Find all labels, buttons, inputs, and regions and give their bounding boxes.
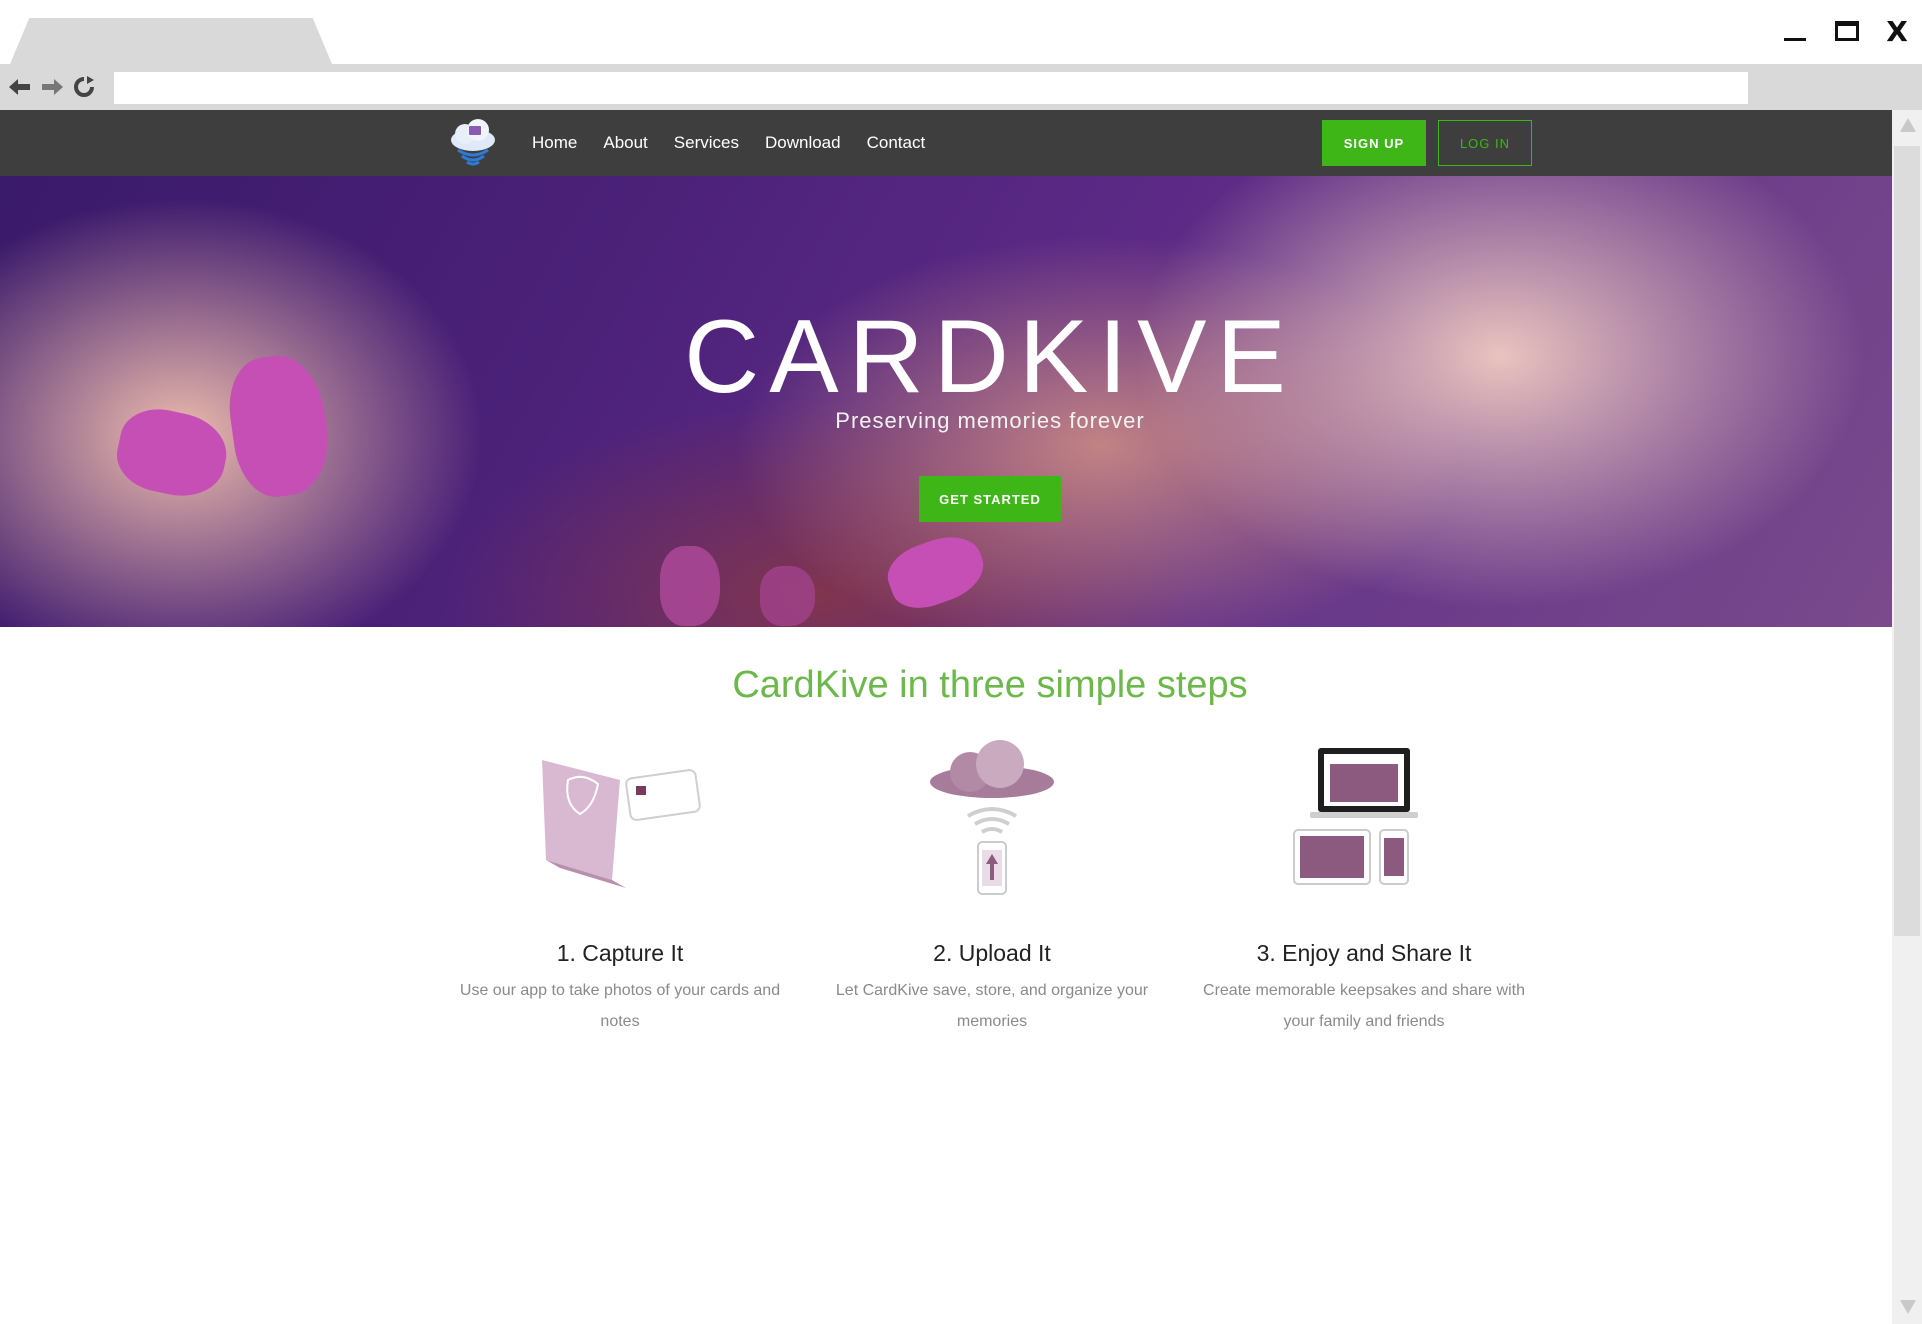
devices-illustration <box>1194 740 1534 910</box>
hero-subtitle: Preserving memories forever <box>835 408 1145 433</box>
nav-link-download[interactable]: Download <box>765 133 841 153</box>
nav-link-contact[interactable]: Contact <box>867 133 926 153</box>
step-description: Create memorable keepsakes and share wit… <box>1203 982 1525 1030</box>
step-title: 3. Enjoy and Share It <box>1256 940 1472 966</box>
back-arrow-icon[interactable] <box>8 76 32 98</box>
step-share: 3. Enjoy and Share It Create memorable k… <box>1194 740 1534 1037</box>
site-navbar: Home About Services Download Contact SIG… <box>0 110 1892 176</box>
browser-titlebar: X <box>0 0 1922 64</box>
minimize-icon[interactable] <box>1778 14 1812 48</box>
step-upload: 2. Upload It Let CardKive save, store, a… <box>822 740 1162 1037</box>
nav-link-about[interactable]: About <box>603 133 647 153</box>
step-capture: 1. Capture It Use our app to take photos… <box>450 740 790 1037</box>
step-title: 2. Upload It <box>933 940 1051 966</box>
log-in-button[interactable]: LOG IN <box>1438 120 1532 166</box>
maximize-icon[interactable] <box>1830 14 1864 48</box>
capture-card-illustration <box>450 740 790 910</box>
hero-title: CARDKIVE <box>684 299 1296 415</box>
cardkive-logo-icon[interactable] <box>446 118 500 170</box>
close-icon[interactable]: X <box>1880 14 1914 48</box>
site-nav-links: Home About Services Download Contact <box>532 110 951 176</box>
page-scrollbar[interactable] <box>1892 110 1922 1324</box>
address-bar[interactable] <box>114 72 1748 104</box>
forward-arrow-icon[interactable] <box>40 76 64 98</box>
scroll-down-arrow-icon[interactable] <box>1900 1300 1916 1314</box>
steps-heading: CardKive in three simple steps <box>732 664 1248 706</box>
sign-up-button[interactable]: SIGN UP <box>1322 120 1426 166</box>
step-description: Use our app to take photos of your cards… <box>459 982 781 1030</box>
cloud-upload-illustration <box>822 740 1162 910</box>
get-started-button[interactable]: GET STARTED <box>919 476 1061 522</box>
nav-link-home[interactable]: Home <box>532 133 577 153</box>
hero-banner: CARDKIVE Preserving memories forever GET… <box>0 176 1892 627</box>
reload-icon[interactable] <box>72 76 96 98</box>
browser-tab[interactable] <box>10 18 332 64</box>
step-title: 1. Capture It <box>556 940 684 966</box>
nav-link-services[interactable]: Services <box>674 133 739 153</box>
scroll-up-arrow-icon[interactable] <box>1900 118 1916 132</box>
step-description: Let CardKive save, store, and organize y… <box>835 982 1149 1030</box>
scroll-thumb[interactable] <box>1894 146 1920 936</box>
